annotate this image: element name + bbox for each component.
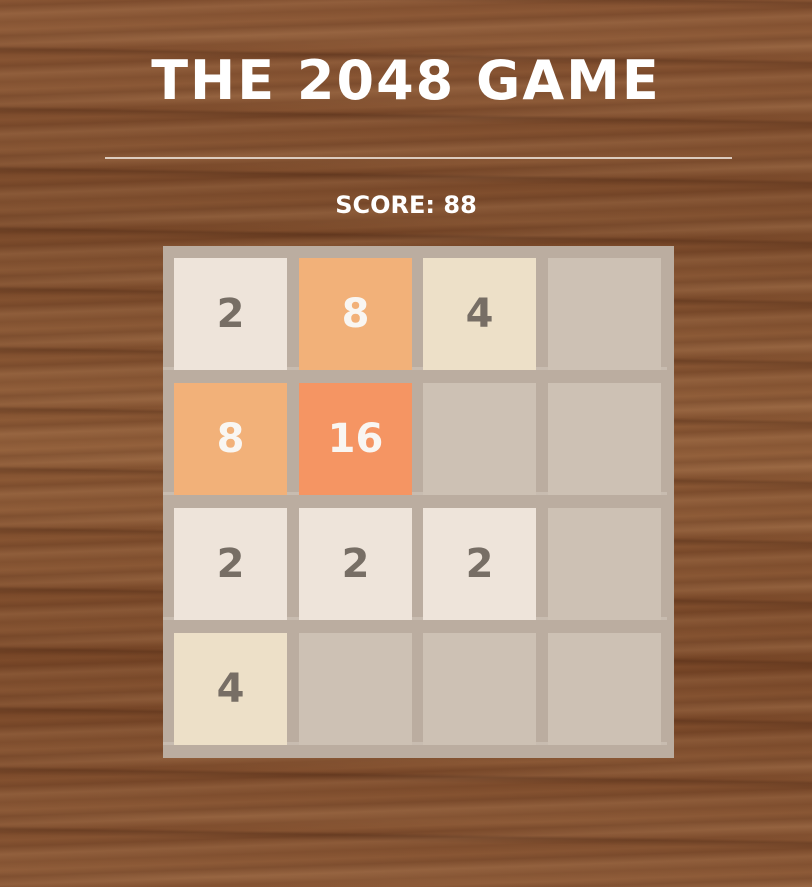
board-row: 2 2 2 bbox=[163, 496, 667, 620]
game-board[interactable]: 2 8 4 8 16 2 2 2 4 bbox=[163, 246, 674, 758]
tile: 2 bbox=[174, 258, 287, 370]
tile: 16 bbox=[299, 383, 412, 495]
score-display: SCORE: 88 bbox=[335, 191, 477, 219]
title-divider bbox=[105, 157, 732, 159]
tile bbox=[423, 383, 536, 495]
tile: 2 bbox=[423, 508, 536, 620]
tile: 8 bbox=[174, 383, 287, 495]
board-row: 8 16 bbox=[163, 371, 667, 495]
tile bbox=[548, 383, 661, 495]
tile: 8 bbox=[299, 258, 412, 370]
tile: 4 bbox=[423, 258, 536, 370]
tile bbox=[423, 633, 536, 745]
board-row: 4 bbox=[163, 621, 667, 745]
tile: 4 bbox=[174, 633, 287, 745]
board-row: 2 8 4 bbox=[163, 246, 667, 370]
tile: 2 bbox=[299, 508, 412, 620]
tile bbox=[548, 258, 661, 370]
tile bbox=[548, 633, 661, 745]
tile bbox=[548, 508, 661, 620]
tile bbox=[299, 633, 412, 745]
tile: 2 bbox=[174, 508, 287, 620]
page-title: THE 2048 GAME bbox=[151, 49, 661, 112]
